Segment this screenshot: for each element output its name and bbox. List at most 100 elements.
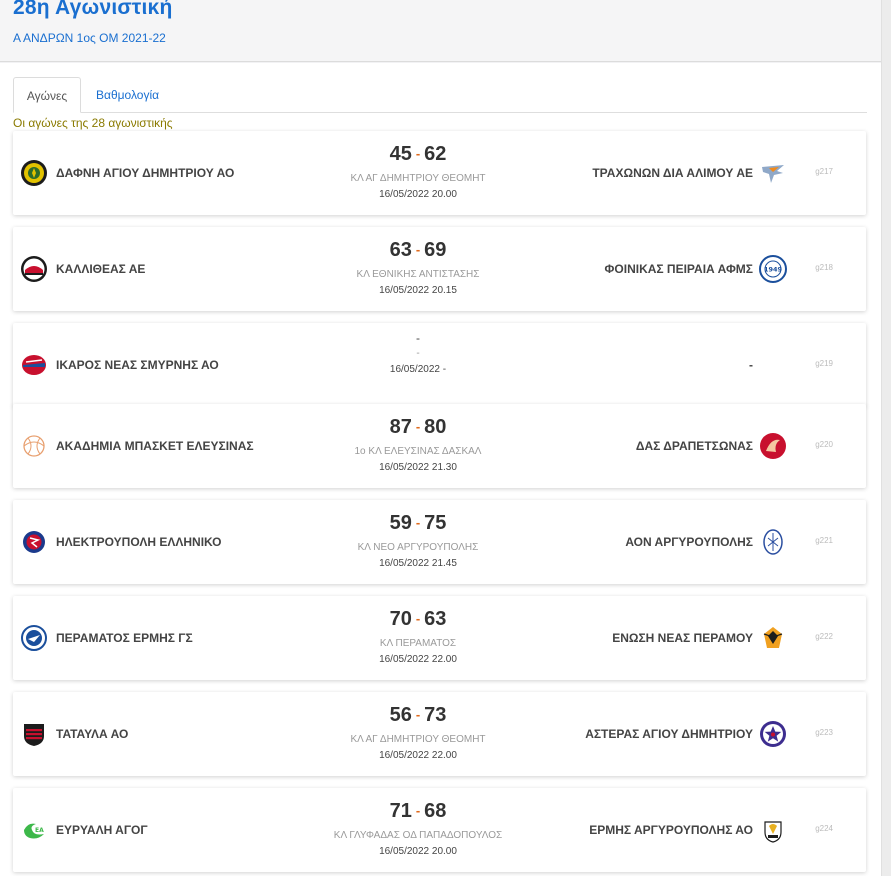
match-center: 56-73 ΚΛ ΑΓ ΔΗΜΗΤΡΙΟΥ ΘΕΟΜΗΤ 16/05/2022 … xyxy=(268,702,568,762)
away-score: 80 xyxy=(424,416,447,438)
away-score: 75 xyxy=(424,512,447,534)
away-team-name[interactable]: ΦΟΙΝΙΚΑΣ ΠΕΙΡΑΙΑ ΑΦΜΣ xyxy=(605,262,753,276)
match-card[interactable]: ΚΑΛΛΙΘΕΑΣ ΑΕ 63-69 ΚΛ ΕΘΝΙΚΗΣ ΑΝΤΙΣΤΑΣΗΣ… xyxy=(13,227,866,311)
tatavla-shield-icon xyxy=(20,720,48,748)
score-separator: - xyxy=(415,419,421,434)
match-card[interactable]: ΤΑΤΑΥΛΑ ΑΟ 56-73 ΚΛ ΑΓ ΔΗΜΗΤΡΙΟΥ ΘΕΟΜΗΤ … xyxy=(13,692,866,776)
match-card[interactable]: ΗΛΕΚΤΡΟΥΠΟΛΗ ΕΛΛΗΝΙΚΟ 59-75 ΚΛ ΝΕΟ ΑΡΓΥΡ… xyxy=(13,500,866,584)
away-team-name[interactable]: ΔΑΣ ΔΡΑΠΕΤΣΩΝΑΣ xyxy=(636,439,753,453)
venue: 1ο ΚΛ ΕΛΕΥΣΙΝΑΣ ΔΑΣΚΑΛ xyxy=(354,446,482,457)
match-code: g218 xyxy=(815,263,833,272)
tab-standings[interactable]: Βαθμολογία xyxy=(83,77,172,113)
evryali-crest-icon: ΕΑ xyxy=(20,816,48,844)
page-header: 28η Αγωνιστική Α ΑΝΔΡΩΝ 1ος ΟΜ 2021-22 xyxy=(0,0,881,62)
match-datetime: 16/05/2022 21.45 xyxy=(379,558,457,569)
away-score: 73 xyxy=(424,704,447,726)
home-team-name[interactable]: ΤΑΤΑΥΛΑ ΑΟ xyxy=(56,727,128,741)
match-card[interactable]: ΠΕΡΑΜΑΤΟΣ ΕΡΜΗΣ ΓΣ 70-63 ΚΛ ΠΕΡΑΜΑΤΟΣ 16… xyxy=(13,596,866,680)
match-center: 63-69 ΚΛ ΕΘΝΙΚΗΣ ΑΝΤΙΣΤΑΣΗΣ 16/05/2022 2… xyxy=(268,237,568,297)
drapetsona-crest-icon xyxy=(759,432,787,460)
match-card[interactable]: ΔΑΦΝΗ ΑΓΙΟΥ ΔΗΜΗΤΡΙΟΥ ΑΟ 45-62 ΚΛ ΑΓ ΔΗΜ… xyxy=(13,131,866,215)
away-team-name[interactable]: ΕΝΩΣΗ ΝΕΑΣ ΠΕΡΑΜΟΥ xyxy=(612,631,753,645)
academy-ball-icon xyxy=(20,432,48,460)
venue: - xyxy=(416,348,420,359)
home-score: 71 xyxy=(389,800,412,822)
match-center: 70-63 ΚΛ ΠΕΡΑΜΑΤΟΣ 16/05/2022 22.00 xyxy=(268,606,568,666)
ilektroupoli-crest-icon xyxy=(20,528,48,556)
score-separator: - xyxy=(415,515,421,530)
match-datetime: 16/05/2022 20.00 xyxy=(379,846,457,857)
match-datetime: 16/05/2022 21.30 xyxy=(379,462,457,473)
svg-text:1949: 1949 xyxy=(764,266,783,274)
match-center: 71-68 ΚΛ ΓΛΥΦΑΔΑΣ ΟΔ ΠΑΠΑΔΟΠΟΥΛΟΣ 16/05/… xyxy=(268,798,568,858)
match-center: 59-75 ΚΛ ΝΕΟ ΑΡΓΥΡΟΥΠΟΛΗΣ 16/05/2022 21.… xyxy=(268,510,568,570)
away-team-name[interactable]: ΤΡΑΧΩΝΩΝ ΔΙΑ ΑΛΙΜΟΥ ΑΕ xyxy=(592,166,753,180)
match-code: g224 xyxy=(815,824,833,833)
venue: ΚΛ ΑΓ ΔΗΜΗΤΡΙΟΥ ΘΕΟΜΗΤ xyxy=(350,734,486,745)
score-separator: - xyxy=(415,146,421,161)
match-score: 63-69 xyxy=(268,237,568,263)
match-score: 70-63 xyxy=(268,606,568,632)
ermis-crest-icon xyxy=(759,816,787,844)
match-score: 71-68 xyxy=(268,798,568,824)
away-team-name[interactable]: ΕΡΜΗΣ ΑΡΓΥΡΟΥΠΟΛΗΣ ΑΟ xyxy=(589,823,753,837)
match-center: - - 16/05/2022 - xyxy=(268,331,568,376)
away-score: 69 xyxy=(424,239,447,261)
venue: ΚΛ ΑΓ ΔΗΜΗΤΡΙΟΥ ΘΕΟΜΗΤ xyxy=(350,173,486,184)
away-team-name[interactable]: ΑΟΝ ΑΡΓΥΡΟΥΠΟΛΗΣ xyxy=(625,535,753,549)
home-team-name[interactable]: ΕΥΡΥΑΛΗ ΑΓΟΓ xyxy=(56,823,148,837)
match-score: 59-75 xyxy=(268,510,568,536)
match-code: g221 xyxy=(815,536,833,545)
venue: ΚΛ ΓΛΥΦΑΔΑΣ ΟΔ ΠΑΠΑΔΟΠΟΥΛΟΣ xyxy=(333,830,503,841)
home-team-name[interactable]: ΑΚΑΔΗΜΙΑ ΜΠΑΣΚΕΤ ΕΛΕΥΣΙΝΑΣ xyxy=(56,439,254,453)
match-score: 45-62 xyxy=(268,141,568,167)
match-score: 56-73 xyxy=(268,702,568,728)
tab-matches[interactable]: Αγώνες xyxy=(13,77,81,113)
match-card[interactable]: ΙΚΑΡΟΣ ΝΕΑΣ ΣΜΥΡΝΗΣ ΑΟ - - 16/05/2022 - … xyxy=(13,323,866,407)
home-score: 45 xyxy=(389,143,412,165)
home-score: 63 xyxy=(389,239,412,261)
perama-crest-icon xyxy=(20,624,48,652)
venue: ΚΛ ΝΕΟ ΑΡΓΥΡΟΥΠΟΛΗΣ xyxy=(357,542,479,553)
kallithea-crest-icon xyxy=(20,255,48,283)
tab-bar: Αγώνες Βαθμολογία xyxy=(13,77,867,113)
score-separator: - xyxy=(415,707,421,722)
match-score: - xyxy=(416,331,420,345)
away-team-name[interactable]: - xyxy=(749,358,753,372)
away-team-name[interactable]: ΑΣΤΕΡΑΣ ΑΓΙΟΥ ΔΗΜΗΤΡΙΟΥ xyxy=(585,727,753,741)
venue: ΚΛ ΠΕΡΑΜΑΤΟΣ xyxy=(379,638,457,649)
match-datetime: 16/05/2022 20.00 xyxy=(379,189,457,200)
match-code: g217 xyxy=(815,167,833,176)
match-card[interactable]: ΑΚΑΔΗΜΙΑ ΜΠΑΣΚΕΤ ΕΛΕΥΣΙΝΑΣ 87-80 1ο ΚΛ Ε… xyxy=(13,404,866,488)
trachones-eagle-icon xyxy=(759,159,787,187)
home-team-name[interactable]: ΠΕΡΑΜΑΤΟΣ ΕΡΜΗΣ ΓΣ xyxy=(56,631,193,645)
away-score: 62 xyxy=(424,143,447,165)
home-score: 59 xyxy=(389,512,412,534)
away-score: 68 xyxy=(424,800,447,822)
match-center: 45-62 ΚΛ ΑΓ ΔΗΜΗΤΡΙΟΥ ΘΕΟΜΗΤ 16/05/2022 … xyxy=(268,141,568,201)
home-score: 70 xyxy=(389,608,412,630)
home-team-name[interactable]: ΚΑΛΛΙΘΕΑΣ ΑΕ xyxy=(56,262,145,276)
daphne-crest-icon xyxy=(20,159,48,187)
home-team-name[interactable]: ΔΑΦΝΗ ΑΓΙΟΥ ΔΗΜΗΤΡΙΟΥ ΑΟ xyxy=(56,166,234,180)
competition-subtitle: Α ΑΝΔΡΩΝ 1ος ΟΜ 2021-22 xyxy=(13,31,166,45)
page-title: 28η Αγωνιστική xyxy=(13,0,173,19)
home-score: 56 xyxy=(389,704,412,726)
home-score: 87 xyxy=(389,416,412,438)
match-code: g219 xyxy=(815,359,833,368)
round-note: Οι αγώνες της 28 αγωνιστικής xyxy=(13,116,173,130)
venue: ΚΛ ΕΘΝΙΚΗΣ ΑΝΤΙΣΤΑΣΗΣ xyxy=(356,269,480,280)
score-separator: - xyxy=(415,242,421,257)
scrollbar[interactable] xyxy=(881,0,891,876)
match-code: g223 xyxy=(815,728,833,737)
away-score: 63 xyxy=(424,608,447,630)
home-team-name[interactable]: ΙΚΑΡΟΣ ΝΕΑΣ ΣΜΥΡΝΗΣ ΑΟ xyxy=(56,358,219,372)
match-score: 87-80 xyxy=(268,414,568,440)
match-datetime: 16/05/2022 22.00 xyxy=(379,654,457,665)
phoenix-1949-crest-icon: 1949 xyxy=(759,255,787,283)
ikaros-crest-icon xyxy=(20,351,48,379)
main-content: Αγώνες Βαθμολογία Οι αγώνες της 28 αγωνι… xyxy=(0,63,881,876)
match-card[interactable]: ΕΑ ΕΥΡΥΑΛΗ ΑΓΟΓ 71-68 ΚΛ ΓΛΥΦΑΔΑΣ ΟΔ ΠΑΠ… xyxy=(13,788,866,872)
home-team-name[interactable]: ΗΛΕΚΤΡΟΥΠΟΛΗ ΕΛΛΗΝΙΚΟ xyxy=(56,535,222,549)
star-crest-icon xyxy=(759,720,787,748)
